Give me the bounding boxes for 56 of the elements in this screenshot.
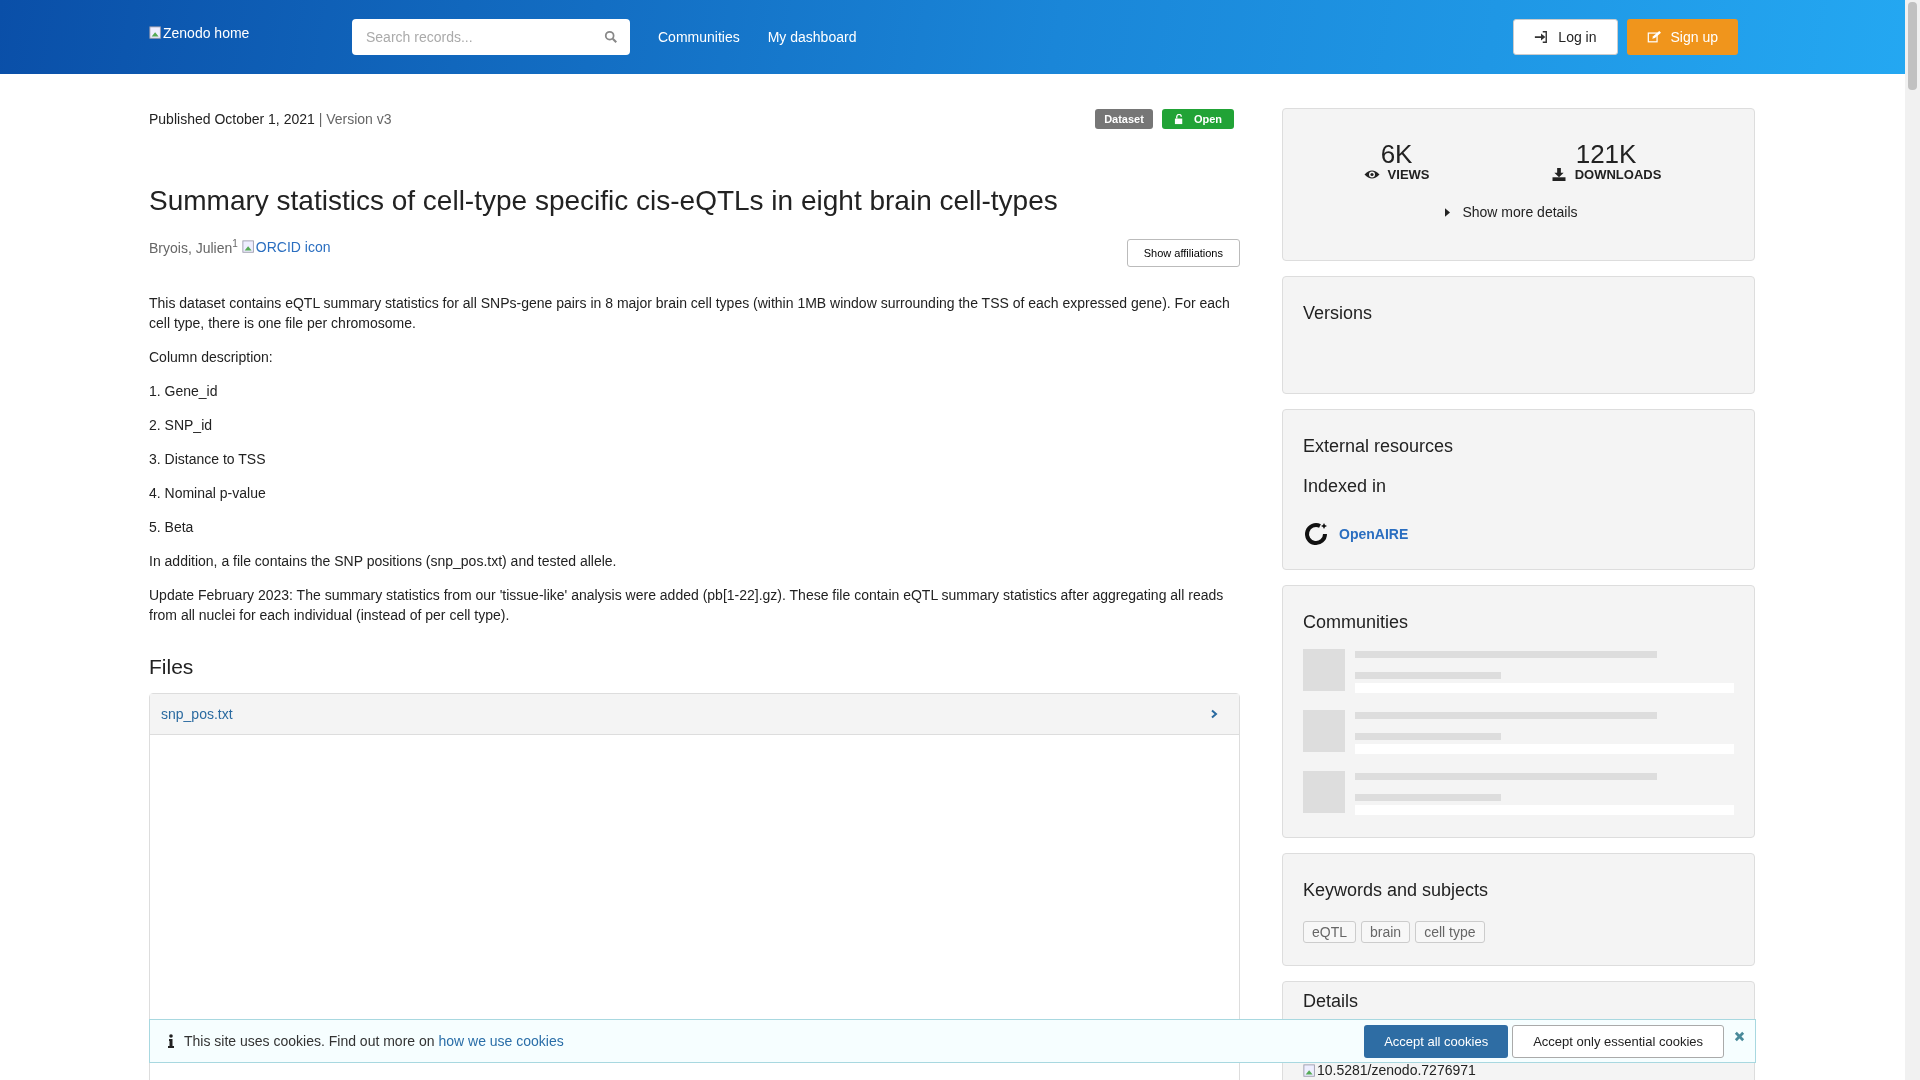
- accept-all-cookies-button[interactable]: Accept all cookies: [1364, 1024, 1509, 1058]
- keyword-tag[interactable]: eQTL: [1303, 921, 1356, 943]
- resource-type-label: Dataset: [1095, 109, 1153, 129]
- show-affiliations-button[interactable]: Show affiliations: [1126, 239, 1240, 267]
- author-name[interactable]: Bryois, Julien$^{1}$: [149, 238, 238, 256]
- description-paragraph: 3. Distance to TSS: [149, 450, 267, 469]
- card-heading: Communities: [1303, 611, 1410, 633]
- stat-label: VIEWS: [1387, 167, 1430, 182]
- edit-icon: [1646, 30, 1661, 44]
- accept-essential-cookies-button[interactable]: Accept only essential cookies: [1512, 1024, 1724, 1058]
- description-paragraph: Column description:: [149, 348, 274, 367]
- card-heading: External resources: [1303, 435, 1455, 457]
- close-icon[interactable]: [1734, 1030, 1745, 1042]
- eye-icon: [1363, 168, 1380, 181]
- stat-value: 6K: [1380, 141, 1413, 167]
- caret-icon: [1445, 207, 1451, 217]
- description-paragraph: Update February 2023: The summary statistics from our 'tissue-like' analysis were added (pb[1-22].gz). These file contain eQTL summary statistics after aggregating all reads from all nuclei for each individual (instead of per cell type).: [149, 586, 1225, 625]
- card-subheading: Indexed in: [1303, 475, 1388, 497]
- broken-image-icon: [149, 26, 163, 40]
- stat-value: 121K: [1575, 141, 1637, 167]
- publication-date: Published October 1, 2021 | Version v3: [149, 111, 392, 127]
- access-label: Open: [1161, 109, 1234, 129]
- card-heading: Details: [1303, 990, 1360, 1012]
- stat-label: DOWNLOADS: [1574, 167, 1662, 182]
- record-title: Summary statistics of cell-type specific cis-eQTLs in eight brain cell-types: [149, 185, 1059, 217]
- search-icon: [604, 30, 618, 44]
- card-heading: Keywords and subjects: [1303, 879, 1490, 901]
- card-heading: Versions: [1303, 302, 1374, 324]
- description-paragraph: 1. Gene_id: [149, 382, 219, 401]
- cookie-message: This site uses cookies. Find out more on how we use cookies: [184, 1033, 564, 1049]
- cookie-policy-link[interactable]: how we use cookies: [438, 1033, 564, 1049]
- description-paragraph: 5. Beta: [149, 518, 195, 537]
- file-name-link[interactable]: snp_pos.txt: [161, 706, 233, 722]
- description-paragraph: 2. SNP_id: [149, 416, 214, 435]
- openaire-link[interactable]: OpenAIRE: [1339, 526, 1409, 542]
- logo-image-alt[interactable]: Zenodo home: [149, 25, 352, 41]
- show-more-details-toggle[interactable]: Show more details: [1303, 204, 1720, 220]
- keyword-tag[interactable]: cell type: [1415, 921, 1485, 943]
- doi-badge-alt[interactable]: 10.5281/zenodo.7276971: [1303, 1063, 1476, 1078]
- orcid-image-alt[interactable]: ORCID icon: [241, 239, 331, 255]
- login-button[interactable]: Log in: [1513, 19, 1618, 55]
- nav-link[interactable]: Communities: [658, 29, 740, 45]
- openaire-logo-icon: [1303, 521, 1329, 547]
- search-field[interactable]: Search records...: [352, 19, 630, 55]
- keyword-tag[interactable]: brain: [1361, 921, 1411, 943]
- nav-link[interactable]: My dashboard: [767, 29, 857, 45]
- description-paragraph: 4. Nominal p-value: [149, 484, 267, 503]
- sign-in-icon: [1534, 30, 1549, 44]
- download-icon: [1550, 168, 1567, 181]
- files-heading: Files: [149, 655, 195, 679]
- info-icon: [168, 1034, 174, 1048]
- unlock-icon: [1173, 113, 1185, 125]
- file-header[interactable]: snp_pos.txt: [150, 694, 1239, 735]
- description-paragraph: This dataset contains eQTL summary statistics for all SNPs-gene pairs in 8 major brain cell types (within 1MB window surrounding the TSS of each expressed gene). For each cell type, there is one file per chromosome.: [149, 294, 1231, 333]
- description-paragraph: In addition, a file contains the SNP positions (snp_pos.txt) and tested allele.: [149, 552, 618, 571]
- broken-image-icon: [241, 240, 256, 254]
